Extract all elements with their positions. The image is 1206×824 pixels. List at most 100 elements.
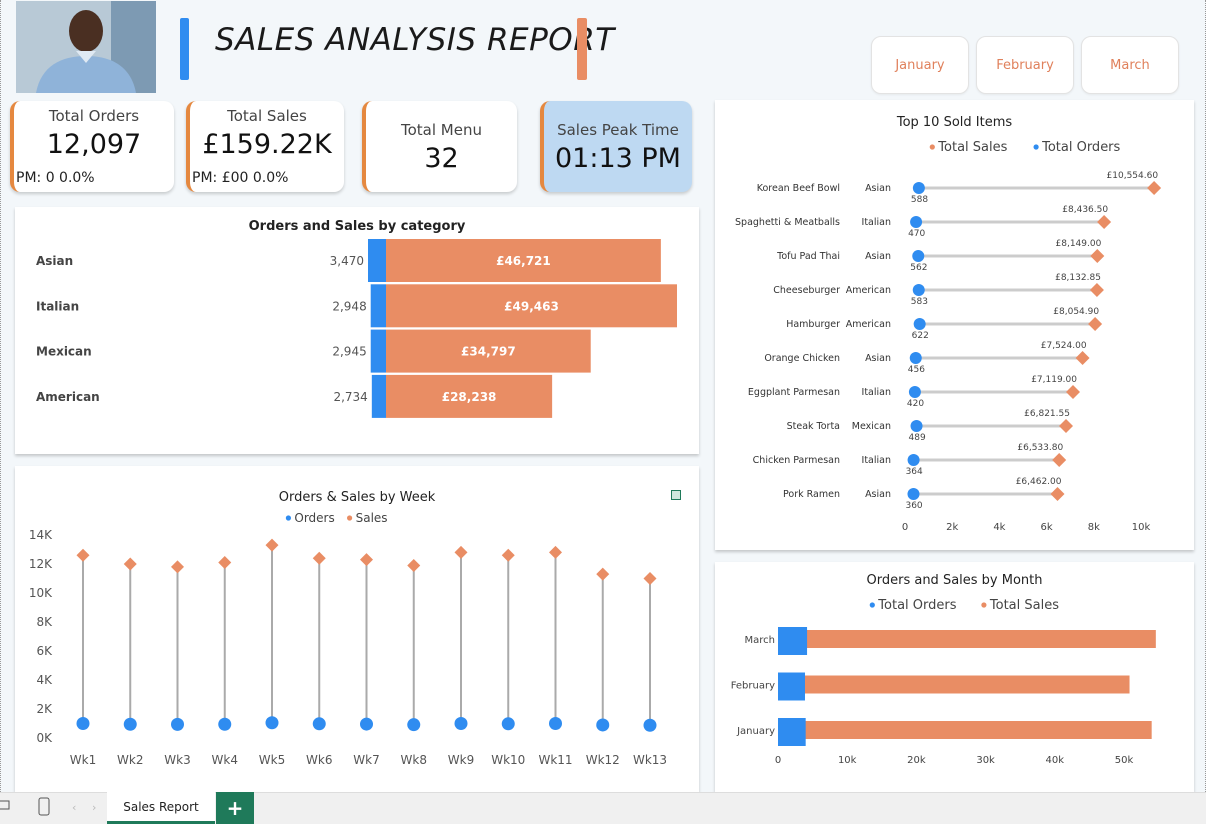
item-sales-label: £8,054.90 [1053, 307, 1099, 317]
week-orders-point [76, 717, 90, 730]
y-tick-label: 6K [36, 644, 53, 658]
week-orders-point [360, 717, 373, 731]
item-sales-label: £8,132.85 [1055, 273, 1101, 283]
item-name: Eggplant Parmesan [748, 387, 840, 398]
item-sales-label: £8,149.00 [1056, 239, 1102, 249]
legend-label: Total Orders [1041, 140, 1120, 155]
monitor-icon[interactable] [0, 799, 12, 815]
tab-sales-report[interactable]: Sales Report [107, 792, 215, 824]
item-orders-label: 622 [912, 331, 929, 341]
item-name: Chicken Parmesan [753, 455, 840, 466]
month-label: February [731, 681, 775, 692]
x-tick-label: Wk2 [117, 753, 143, 767]
item-sales-label: £10,554.60 [1107, 171, 1159, 181]
x-tick-label: Wk4 [212, 753, 238, 767]
item-sales-point [1089, 283, 1104, 297]
item-orders-label: 470 [908, 229, 925, 239]
week-orders-point [643, 718, 657, 732]
item-orders-label: 489 [909, 433, 926, 443]
y-tick-label: 0K [36, 731, 53, 745]
week-orders-point [218, 717, 232, 731]
item-sales-point [1052, 453, 1067, 467]
month-sales-bar [778, 721, 1152, 739]
x-tick-label: 2k [946, 522, 958, 533]
week-orders-point [596, 718, 610, 732]
legend-label: Total Orders [877, 598, 956, 613]
item-orders-point [910, 420, 923, 432]
item-sales-label: £6,821.55 [1024, 409, 1070, 419]
y-tick-label: 12K [29, 557, 53, 571]
legend-marker [869, 602, 875, 608]
week-orders-point [549, 717, 562, 730]
item-orders-label: 360 [905, 501, 922, 511]
category-sales-label: £34,797 [461, 345, 516, 359]
item-name: Cheeseburger [773, 285, 840, 296]
item-category: Italian [862, 217, 891, 228]
category-label: American [36, 390, 100, 404]
category-orders-label: 3,470 [330, 254, 364, 268]
phone-icon[interactable] [38, 797, 52, 817]
y-tick-label: 10K [29, 586, 53, 600]
month-sales-bar [778, 675, 1130, 694]
item-name: Pork Ramen [783, 489, 840, 500]
item-category: American [846, 319, 891, 330]
item-category: Asian [865, 489, 891, 500]
x-tick-label: 8k [1088, 522, 1100, 533]
x-tick-label: Wk12 [586, 753, 620, 767]
item-sales-point [1050, 487, 1065, 501]
add-page-button[interactable]: + [216, 792, 254, 824]
legend-marker [1033, 144, 1039, 150]
x-tick-label: Wk3 [164, 753, 190, 767]
item-orders-label: 364 [906, 467, 923, 477]
item-sales-point [1088, 317, 1103, 331]
item-orders-point [913, 318, 926, 330]
week-sales-point [596, 567, 610, 581]
x-tick-label: Wk10 [491, 753, 525, 767]
item-name: Tofu Pad Thai [776, 251, 840, 262]
x-tick-label: Wk7 [353, 753, 379, 767]
week-sales-point [549, 545, 562, 559]
x-tick-label: 4k [993, 522, 1005, 533]
category-label: Asian [36, 254, 73, 268]
item-sales-label: £7,524.00 [1041, 341, 1087, 351]
week-orders-point [501, 717, 515, 731]
item-name: Hamburger [786, 319, 840, 330]
week-sales-point [76, 548, 90, 562]
category-orders-bar [370, 329, 386, 373]
item-category: American [846, 285, 891, 296]
item-category: Asian [865, 353, 891, 364]
legend-label: Sales [356, 511, 388, 525]
charts-layer: Asian 3,470 £46,721 Italian 2,948 £49,463 Mexi… [29, 140, 1162, 767]
x-tick-label: Wk8 [401, 753, 427, 767]
category-label: Italian [36, 299, 79, 313]
x-tick-label: 50k [1115, 755, 1134, 766]
item-category: Italian [862, 455, 891, 466]
item-orders-label: 420 [907, 399, 924, 409]
chevron-left-icon[interactable]: ‹ [72, 801, 76, 814]
legend-marker [285, 515, 291, 521]
item-orders-label: 583 [911, 297, 928, 307]
item-sales-point [1075, 351, 1090, 365]
item-sales-point [1097, 215, 1112, 229]
y-tick-label: 14K [29, 528, 53, 542]
x-tick-label: 30k [976, 755, 995, 766]
week-sales-point [643, 572, 657, 585]
item-name: Spaghetti & Meatballs [735, 217, 840, 228]
item-sales-point [1147, 181, 1162, 195]
item-orders-point [912, 182, 925, 194]
category-orders-label: 2,734 [333, 390, 367, 404]
week-orders-point [123, 717, 137, 731]
week-orders-point [171, 717, 184, 731]
item-orders-point [910, 216, 923, 228]
week-sales-point [171, 560, 184, 574]
x-tick-label: Wk9 [448, 753, 474, 767]
item-category: Mexican [852, 421, 891, 432]
item-orders-point [912, 284, 925, 296]
item-orders-point [907, 488, 920, 500]
week-orders-point [407, 718, 421, 732]
chevron-right-icon[interactable]: › [92, 801, 96, 814]
category-sales-label: £46,721 [496, 254, 551, 268]
y-tick-label: 2K [36, 702, 53, 716]
legend-marker [347, 515, 353, 521]
y-tick-label: 8K [36, 615, 53, 629]
